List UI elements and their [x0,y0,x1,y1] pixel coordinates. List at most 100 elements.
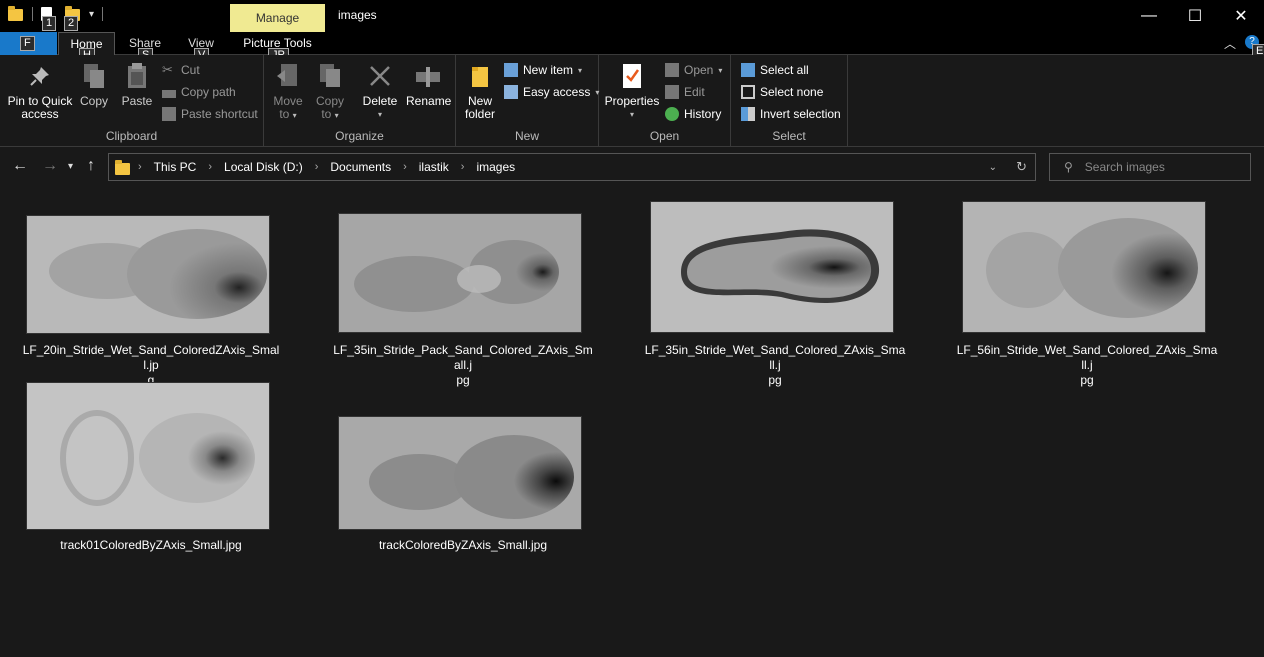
title-bar: ▾ 1 2 Manage images — ☐ ✕ [0,0,1264,32]
edit-button[interactable]: Edit [665,85,705,99]
breadcrumb-separator[interactable]: › [461,161,465,173]
tab-file[interactable]: F [0,32,57,55]
rename-button[interactable]: Rename [406,61,452,108]
back-arrow-icon[interactable]: ← [12,157,28,175]
select-all-icon [741,63,755,77]
file-name[interactable]: trackColoredByZAxis_Small.jpg [332,538,594,553]
search-placeholder: Search images [1084,160,1165,174]
paste-shortcut-button[interactable]: Paste shortcut [162,107,258,121]
refresh-icon[interactable]: ↻ [1016,159,1027,175]
breadcrumb-separator[interactable]: › [403,161,407,173]
maximize-button[interactable]: ☐ [1172,0,1218,32]
organize-group-label: Organize [335,129,384,143]
move-to-icon [274,61,302,91]
properties-button[interactable]: Properties ▾ [603,61,661,121]
copy-path-label: Copy path [181,85,236,99]
clipboard-group: Pin to Quick access Copy Paste ✂ Cut Cop… [0,55,264,147]
file-view: LF_20in_Stride_Wet_Sand_ColoredZAxis_Sma… [0,190,1264,657]
breadcrumb-ilastik[interactable]: ilastik [419,160,449,174]
edit-label: Edit [684,85,705,99]
address-history-chevron-icon[interactable]: ⌄ [989,162,997,173]
copy-to-button[interactable]: Copy to ▾ [312,61,348,122]
open-dropdown-arrow: ▾ [718,65,723,75]
address-bar[interactable]: › This PC › Local Disk (D:) › Documents … [108,153,1036,181]
clipboard-group-label: Clipboard [105,129,158,143]
history-label: History [684,107,722,121]
separator [32,7,33,21]
search-box[interactable]: ⚲ Search images [1049,153,1251,181]
paste-shortcut-label: Paste shortcut [181,107,258,121]
new-item-button[interactable]: New item ▾ [504,63,582,77]
separator [102,7,104,21]
thumbnail-image[interactable] [650,201,894,333]
easy-access-button[interactable]: Easy access ▾ [504,85,599,99]
breadcrumb-separator[interactable]: › [208,161,212,173]
ribbon-tabs: F Home H Share S View V Picture Tools JP… [0,32,1264,63]
paste-label: Paste [121,94,153,108]
file-name[interactable]: track01ColoredByZAxis_Small.jpg [20,538,282,553]
pin-icon [26,61,54,91]
breadcrumb-documents[interactable]: Documents [330,160,391,174]
minimize-button[interactable]: — [1126,0,1172,32]
organize-group: Move to ▾ Copy to ▾ Delete ▾ Rename Orga… [264,55,456,147]
thumbnail-image[interactable] [338,213,582,333]
folder-icon [8,6,24,22]
up-arrow-icon[interactable]: ↑ [87,157,95,175]
scissors-icon: ✂ [162,62,173,77]
thumbnail-image[interactable] [26,215,270,334]
navigation-bar: ← → ▾ ↑ › This PC › Local Disk (D:) › Do… [0,147,1264,187]
new-item-dropdown-arrow: ▾ [578,65,583,75]
open-group-label: Open [649,129,680,143]
delete-button[interactable]: Delete ▾ [360,61,400,121]
select-all-button[interactable]: Select all [741,63,809,77]
rename-label: Rename [406,94,452,108]
copy-path-button[interactable]: Copy path [162,85,236,99]
cut-button[interactable]: ✂ Cut [162,62,200,78]
new-folder-icon [466,61,494,91]
file-name[interactable]: LF_35in_Stride_Pack_Sand_Colored_ZAxis_S… [332,343,594,388]
invert-selection-button[interactable]: Invert selection [741,107,841,121]
easy-access-label: Easy access [523,85,591,99]
pin-to-quick-access-button[interactable]: Pin to Quick access [6,61,74,121]
select-none-button[interactable]: Select none [741,85,823,99]
thumbnail-image[interactable] [962,201,1206,333]
copy-path-icon [162,89,176,98]
thumbnail-image[interactable] [26,382,270,530]
move-to-button[interactable]: Move to ▾ [270,61,306,122]
select-group-label: Select [772,129,806,143]
delete-dropdown-arrow: ▾ [377,110,382,119]
select-none-icon [741,85,755,99]
properties-label: Properties [604,94,660,108]
select-all-label: Select all [760,63,809,77]
cut-label: Cut [181,63,200,77]
recent-locations-chevron-icon[interactable]: ▾ [68,161,73,172]
forward-arrow-icon[interactable]: → [42,157,58,175]
breadcrumb-local-disk[interactable]: Local Disk (D:) [224,160,303,174]
delete-label: Delete [362,94,398,108]
close-button[interactable]: ✕ [1218,0,1264,32]
new-item-icon [504,63,518,77]
new-group-label: New [514,129,539,143]
keytip-qat1: 1 [42,16,57,31]
collapse-ribbon-icon[interactable]: ︿ [1224,35,1236,52]
customize-qat-icon[interactable]: ▾ [89,9,94,20]
select-none-label: Select none [760,85,824,99]
new-folder-button[interactable]: New folder [460,61,500,121]
copy-to-line2: to ▾ [321,107,339,121]
properties-checkmark-icon [618,61,646,91]
breadcrumb-this-pc[interactable]: This PC [154,160,197,174]
manage-contextual-tab[interactable]: Manage [230,4,325,32]
file-name[interactable]: LF_35in_Stride_Wet_Sand_Colored_ZAxis_Sm… [644,343,906,388]
copy-to-icon [316,61,344,91]
paste-button[interactable]: Paste [118,61,156,108]
history-button[interactable]: History [665,107,721,121]
edit-icon [665,85,679,99]
file-name[interactable]: LF_56in_Stride_Wet_Sand_Colored_ZAxis_Sm… [956,343,1218,388]
copy-button[interactable]: Copy [76,61,112,108]
breadcrumb-separator[interactable]: › [315,161,319,173]
window-title: images [338,8,377,22]
breadcrumb-images[interactable]: images [476,160,515,174]
thumbnail-image[interactable] [338,416,582,530]
keytip-qat2: 2 [64,16,79,31]
open-button[interactable]: Open ▾ [665,63,722,77]
